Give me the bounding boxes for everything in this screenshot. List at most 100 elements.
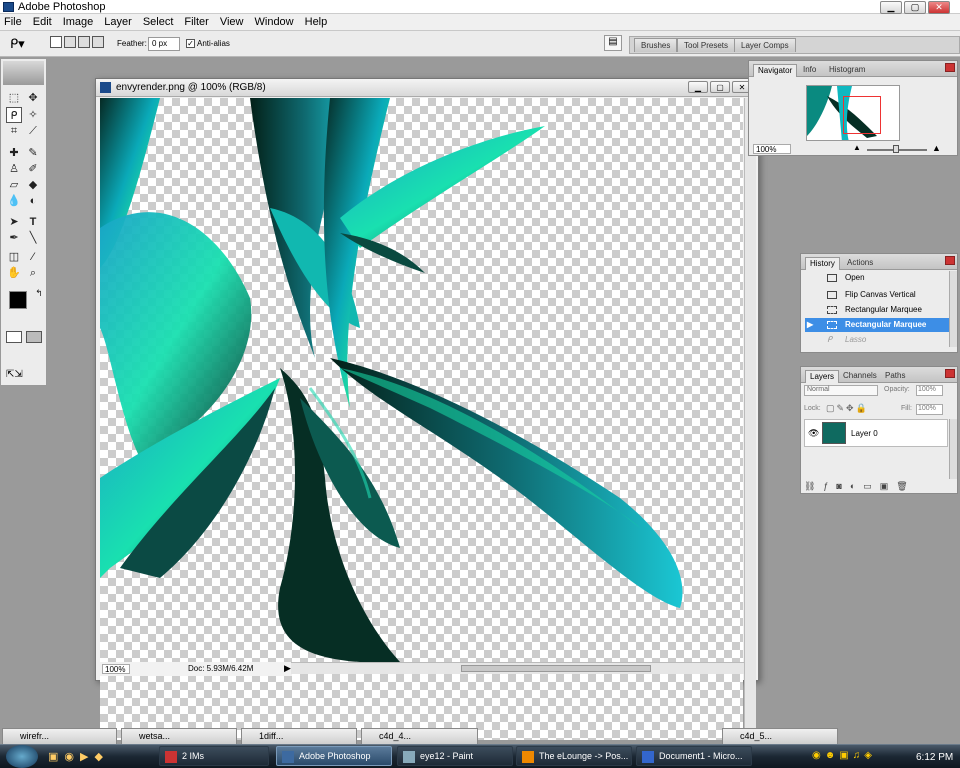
tab-channels[interactable]: Channels [839,370,881,383]
lock-icons[interactable]: ▢✎✥🔒 [826,403,869,414]
navigator-view-box[interactable] [843,96,881,134]
menu-view[interactable]: View [220,16,244,28]
zoom-out-icon[interactable]: ▲ [853,143,861,152]
notes-tool-icon[interactable]: ◫ [6,249,22,265]
subtract-selection-icon[interactable] [78,36,90,48]
palette-well-brushes-tab[interactable]: Brushes [634,38,678,52]
system-tray-icons[interactable]: ◉☻▣♫◈ [812,750,876,761]
zoom-in-icon[interactable]: ▲ [932,143,941,153]
minimized-doc[interactable]: wirefr... [2,728,117,745]
menu-edit[interactable]: Edit [33,16,52,28]
tab-histogram[interactable]: Histogram [825,64,869,77]
minimized-doc[interactable]: 1diff... [241,728,357,745]
menu-select[interactable]: Select [143,16,174,28]
tab-navigator[interactable]: Navigator [753,64,798,77]
type-tool-icon[interactable]: T [25,214,41,230]
maximize-button[interactable]: ▢ [904,1,926,14]
clock[interactable]: 6:12 PM [916,752,953,763]
minimized-doc[interactable]: wetsa... [121,728,237,745]
lasso-tool-icon[interactable]: ᑭ [6,107,22,123]
navigator-zoom-field[interactable]: 100% [753,144,791,154]
crop-tool-icon[interactable]: ⌗ [6,123,22,139]
line-tool-icon[interactable]: ╲ [25,230,41,246]
menu-image[interactable]: Image [63,16,94,28]
clone-stamp-icon[interactable]: ♙ [6,161,22,177]
menu-window[interactable]: Window [255,16,294,28]
taskbar-button[interactable]: eye12 - Paint [397,746,513,766]
healing-brush-icon[interactable]: ✚ [6,145,22,161]
marquee-tool-icon[interactable]: ⬚ [6,90,22,106]
tab-paths[interactable]: Paths [881,370,909,383]
slice-tool-icon[interactable]: ⟋ [25,123,41,139]
magic-wand-icon[interactable]: ✧ [25,107,41,123]
move-tool-icon[interactable]: ✥ [25,90,41,106]
minimized-doc[interactable]: c4d_5... [722,728,838,745]
eraser-tool-icon[interactable]: ▱ [6,177,22,193]
doc-minimize-button[interactable]: ▁ [688,81,708,93]
opacity-input[interactable]: 100% [916,385,943,396]
palette-well-layer-comps-tab[interactable]: Layer Comps [734,38,796,52]
palette-well-tool-presets-tab[interactable]: Tool Presets [677,38,736,52]
add-selection-icon[interactable] [64,36,76,48]
tab-layers[interactable]: Layers [805,370,840,383]
layer-row[interactable]: 👁 Layer 0 [804,419,948,447]
taskbar-button[interactable]: The eLounge -> Pos... [516,746,632,766]
history-item[interactable]: Rectangular Marquee [805,303,949,317]
palette-menu-icon[interactable] [945,369,955,378]
fill-input[interactable]: 100% [916,404,943,415]
zoom-tool-icon[interactable]: ⌕ [25,265,41,281]
jump-to-imageready-icon[interactable]: ⇱⇲ [6,369,42,382]
intersect-selection-icon[interactable] [92,36,104,48]
history-scrollbar[interactable] [949,271,957,347]
palette-dock-icon[interactable]: ▤ [604,35,622,51]
standard-mode-icon[interactable] [6,331,22,343]
menu-help[interactable]: Help [305,16,328,28]
tab-info[interactable]: Info [799,64,820,77]
quick-mask-icon[interactable] [26,331,42,343]
taskbar-button[interactable]: 2 IMs [159,746,269,766]
taskbar-button[interactable]: Document1 - Micro... [636,746,752,766]
vertical-scrollbar[interactable] [744,98,756,740]
swap-colors-icon[interactable]: ↰ [31,285,47,301]
hand-tool-icon[interactable]: ✋ [6,265,22,281]
dodge-tool-icon[interactable]: ◐ [25,193,41,209]
taskbar-button-photoshop[interactable]: Adobe Photoshop [276,746,392,766]
palette-menu-icon[interactable] [945,63,955,72]
history-item[interactable]: Open [805,271,949,285]
status-menu-arrow-icon[interactable]: ▶ [284,663,291,674]
history-brush-icon[interactable]: ✐ [25,161,41,177]
minimize-button[interactable]: ▁ [880,1,902,14]
minimized-doc[interactable]: c4d_4... [361,728,478,745]
antialias-checkbox[interactable]: ✓ [186,39,195,48]
tab-history[interactable]: History [805,257,840,270]
menu-file[interactable]: File [4,16,22,28]
document-title-bar[interactable]: envyrender.png @ 100% (RGB/8) ▁ ▢ ✕ [96,79,758,97]
pen-tool-icon[interactable]: ✒ [6,230,22,246]
close-button[interactable]: ✕ [928,1,950,14]
blend-mode-select[interactable]: Normal [804,385,878,396]
eye-icon[interactable]: 👁 [808,428,819,439]
new-selection-icon[interactable] [50,36,62,48]
layers-bottom-icons[interactable]: ⛓ƒ◙◐▭▣🗑 [804,481,948,493]
foreground-color-swatch[interactable] [9,291,27,309]
zoom-slider-handle[interactable] [893,145,899,153]
feather-input[interactable]: 0 px [148,37,180,51]
start-button[interactable] [6,745,38,768]
quick-launch-icons[interactable]: ▣◉▶◆ [48,750,109,763]
eyedropper-icon[interactable]: ⁄ [25,249,41,265]
blur-tool-icon[interactable]: 💧 [6,193,22,209]
menu-filter[interactable]: Filter [184,16,208,28]
menu-layer[interactable]: Layer [104,16,132,28]
history-item-greyed[interactable]: ᑭ Lasso [805,333,949,347]
image-canvas[interactable] [100,98,743,740]
history-brush-source-icon[interactable]: ▶ [807,318,813,332]
palette-menu-icon[interactable] [945,256,955,265]
history-item-selected[interactable]: ▶ Rectangular Marquee [805,318,949,332]
lasso-tool-preset-icon[interactable]: ᑭ▾ [10,36,25,52]
horizontal-scroll-thumb[interactable] [461,665,651,672]
tab-actions[interactable]: Actions [843,257,877,270]
path-selection-icon[interactable]: ➤ [6,214,22,230]
brush-tool-icon[interactable]: ✎ [25,145,41,161]
zoom-field[interactable]: 100% [102,664,130,674]
navigator-thumbnail[interactable] [806,85,900,141]
